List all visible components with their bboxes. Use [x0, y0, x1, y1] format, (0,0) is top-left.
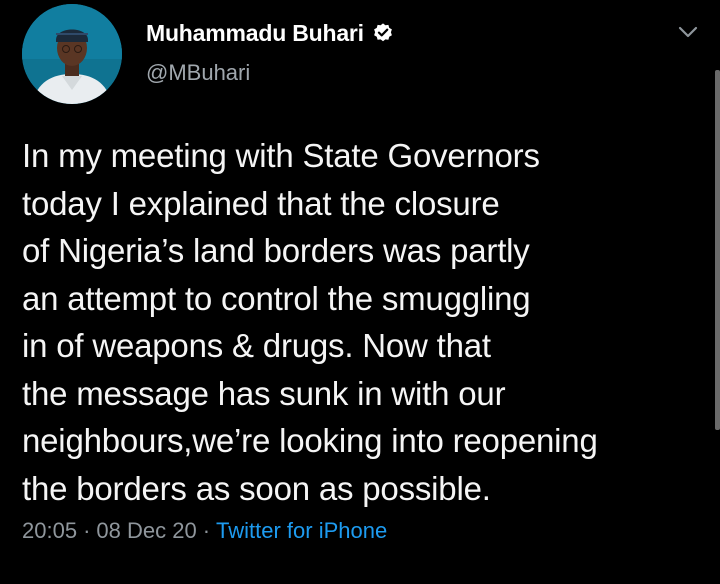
tweet-time[interactable]: 20:05	[22, 518, 77, 543]
verified-badge-icon	[372, 22, 394, 44]
tweet-source-link[interactable]: Twitter for iPhone	[216, 518, 387, 543]
meta-separator: ·	[202, 518, 211, 543]
tweet-text-line: in of weapons & drugs. Now that	[22, 327, 491, 364]
tweet-text: In my meeting with State Governors today…	[22, 132, 702, 512]
tweet-meta: 20:05 · 08 Dec 20 · Twitter for iPhone	[22, 518, 387, 544]
tweet-text-line: of Nigeria’s land borders was partly	[22, 232, 530, 269]
tweet-card: Muhammadu Buhari @MBuhari In my meeting …	[0, 0, 720, 584]
chevron-down-icon[interactable]	[674, 22, 702, 42]
avatar-photo	[22, 4, 122, 104]
author-handle[interactable]: @MBuhari	[146, 60, 250, 86]
author-name-row[interactable]: Muhammadu Buhari	[146, 18, 394, 48]
tweet-text-line: the borders as soon as possible.	[22, 469, 491, 507]
scrollbar[interactable]	[715, 70, 720, 430]
tweet-text-line: an attempt to control the smuggling	[22, 279, 531, 317]
tweet-text-line: today I explained that the closure	[22, 184, 500, 222]
meta-separator: ·	[83, 518, 91, 543]
author-display-name[interactable]: Muhammadu Buhari	[146, 20, 364, 47]
tweet-date[interactable]: 08 Dec 20	[96, 518, 196, 543]
tweet-text-line: neighbours,we’re looking into reopening	[22, 422, 598, 459]
tweet-text-line: the message has sunk in with our	[22, 374, 506, 412]
avatar[interactable]	[22, 4, 122, 104]
tweet-text-line: In my meeting with State Governors	[22, 137, 540, 174]
